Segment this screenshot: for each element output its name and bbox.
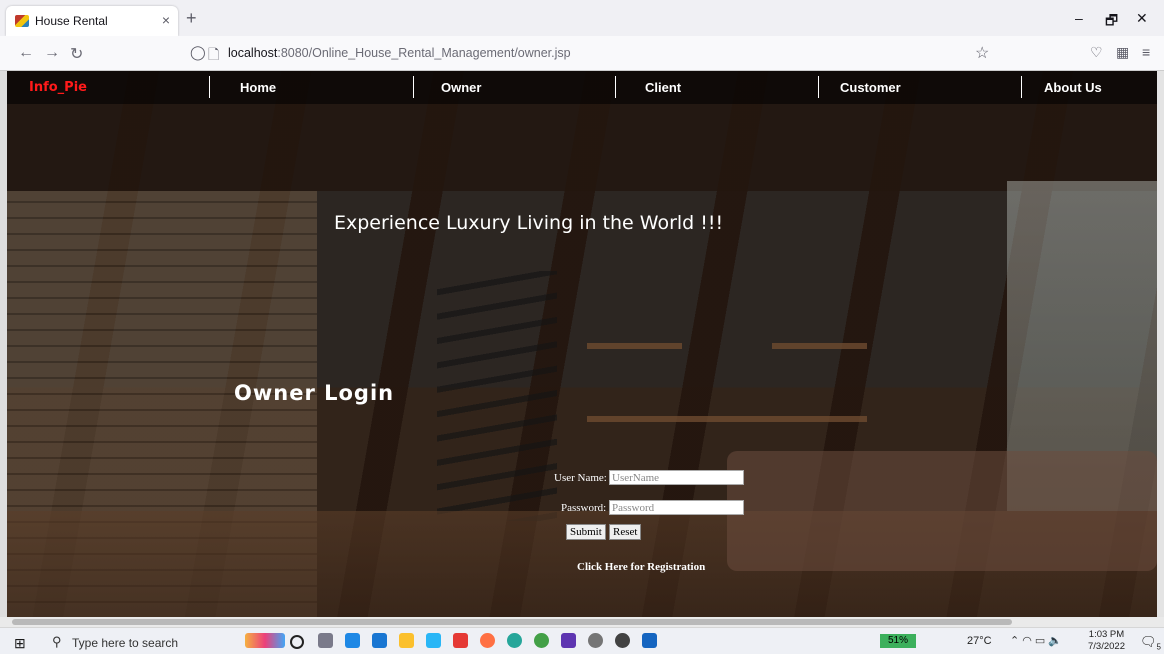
page-background: Info_Pie Home Owner Client Customer Abou…: [7, 71, 1157, 617]
nav-client[interactable]: Client: [645, 80, 681, 95]
menu-divider: [615, 76, 616, 98]
app-l-icon[interactable]: [372, 633, 387, 648]
shelf-decoration: [772, 343, 867, 349]
browser-tab[interactable]: House Rental ×: [6, 6, 178, 36]
shelf-decoration: [587, 416, 867, 422]
reload-button[interactable]: ↻: [70, 44, 83, 64]
browser-tab-bar: House Rental × + – 🗗 ✕: [0, 0, 1164, 36]
submit-button[interactable]: Submit: [566, 524, 606, 540]
restore-button[interactable]: 🗗: [1105, 10, 1118, 34]
back-button[interactable]: ←: [18, 44, 34, 62]
staircase-decoration: [437, 271, 557, 521]
brave-browser-icon[interactable]: [453, 633, 468, 648]
url-text[interactable]: localhost:8080/Online_House_Rental_Manag…: [228, 46, 571, 60]
search-icon: ⚲: [52, 634, 62, 649]
site-favicon-icon: [15, 15, 29, 27]
clock-time: 1:03 PM: [1088, 629, 1125, 640]
menu-divider: [413, 76, 414, 98]
scrollbar-thumb[interactable]: [12, 619, 1012, 625]
shelf-decoration: [587, 343, 682, 349]
taskbar-clock[interactable]: 1:03 PM 7/3/2022: [1088, 629, 1125, 653]
new-tab-button[interactable]: +: [186, 8, 197, 29]
sofa-decoration: [727, 451, 1157, 571]
battery-indicator[interactable]: 51%: [880, 634, 916, 648]
shield-icon[interactable]: ◯: [190, 44, 206, 61]
task-view-icon[interactable]: [318, 633, 333, 648]
brand-logo[interactable]: Info_Pie: [29, 80, 87, 95]
close-tab-icon[interactable]: ×: [162, 12, 170, 28]
app-hexagon-icon[interactable]: [642, 633, 657, 648]
taskbar-search-placeholder: Type here to search: [72, 636, 179, 650]
bookmark-star-icon[interactable]: ☆: [975, 43, 989, 63]
chrome-icon[interactable]: [534, 633, 549, 648]
nav-owner[interactable]: Owner: [441, 80, 481, 95]
menu-divider: [1021, 76, 1022, 98]
nav-home[interactable]: Home: [240, 80, 276, 95]
obs-icon[interactable]: [615, 633, 630, 648]
reset-button[interactable]: Reset: [609, 524, 642, 540]
system-tray-icons[interactable]: ⌃ ◠ ▭ 🔈: [1010, 634, 1062, 647]
horizontal-scrollbar[interactable]: [0, 617, 1164, 627]
extension-icon[interactable]: ▦: [1116, 44, 1129, 61]
menu-divider: [818, 76, 819, 98]
app-icon[interactable]: [426, 633, 441, 648]
minimize-button[interactable]: –: [1075, 10, 1083, 26]
menu-icon[interactable]: ≡: [1142, 44, 1150, 60]
tab-title: House Rental: [35, 14, 108, 28]
windows-taskbar: ⊞ ⚲ Type here to search 51% 27°C ⌃ ◠ ▭ 🔈…: [0, 627, 1164, 654]
store-icon[interactable]: [345, 633, 360, 648]
registration-link[interactable]: Click Here for Registration: [577, 561, 705, 573]
site-navbar: Info_Pie Home Owner Client Customer Abou…: [7, 71, 1157, 104]
password-input[interactable]: [609, 500, 744, 515]
close-window-button[interactable]: ✕: [1136, 10, 1148, 27]
url-host: localhost: [228, 46, 278, 60]
notification-count: 5: [1156, 642, 1161, 652]
weather-widget-icon[interactable]: [245, 633, 285, 648]
nav-customer[interactable]: Customer: [840, 80, 901, 95]
url-path: :8080/Online_House_Rental_Management/own…: [277, 46, 571, 60]
username-input[interactable]: [609, 470, 744, 485]
address-bar[interactable]: ◯ 🗋 localhost:8080/Online_House_Rental_M…: [180, 40, 1000, 66]
menu-divider: [209, 76, 210, 98]
username-label: User Name:: [554, 472, 607, 484]
page-icon: 🗋: [208, 46, 220, 62]
nav-about-us[interactable]: About Us: [1044, 80, 1102, 95]
forward-button[interactable]: →: [44, 44, 60, 62]
cortana-icon[interactable]: [290, 635, 304, 649]
settings-icon[interactable]: [588, 633, 603, 648]
firefox-icon[interactable]: [480, 633, 495, 648]
windows-start-icon[interactable]: ⊞: [14, 635, 26, 652]
hero-headline: Experience Luxury Living in the World !!…: [334, 212, 724, 234]
password-label: Password:: [561, 502, 607, 514]
clock-date: 7/3/2022: [1088, 641, 1125, 652]
pocket-icon[interactable]: ♡: [1090, 44, 1103, 61]
taskbar-search[interactable]: ⚲ Type here to search: [40, 633, 230, 651]
notification-icon[interactable]: 🗨5: [1140, 634, 1161, 652]
browser-nav-bar: ← → ↻ ◯ 🗋 localhost:8080/Online_House_Re…: [0, 36, 1164, 71]
login-title: Owner Login: [234, 381, 395, 405]
weather-temperature[interactable]: 27°C: [967, 635, 992, 647]
edge-icon[interactable]: [507, 633, 522, 648]
sublime-icon[interactable]: [561, 633, 576, 648]
file-explorer-icon[interactable]: [399, 633, 414, 648]
vertical-scrollbar[interactable]: [1157, 71, 1164, 617]
